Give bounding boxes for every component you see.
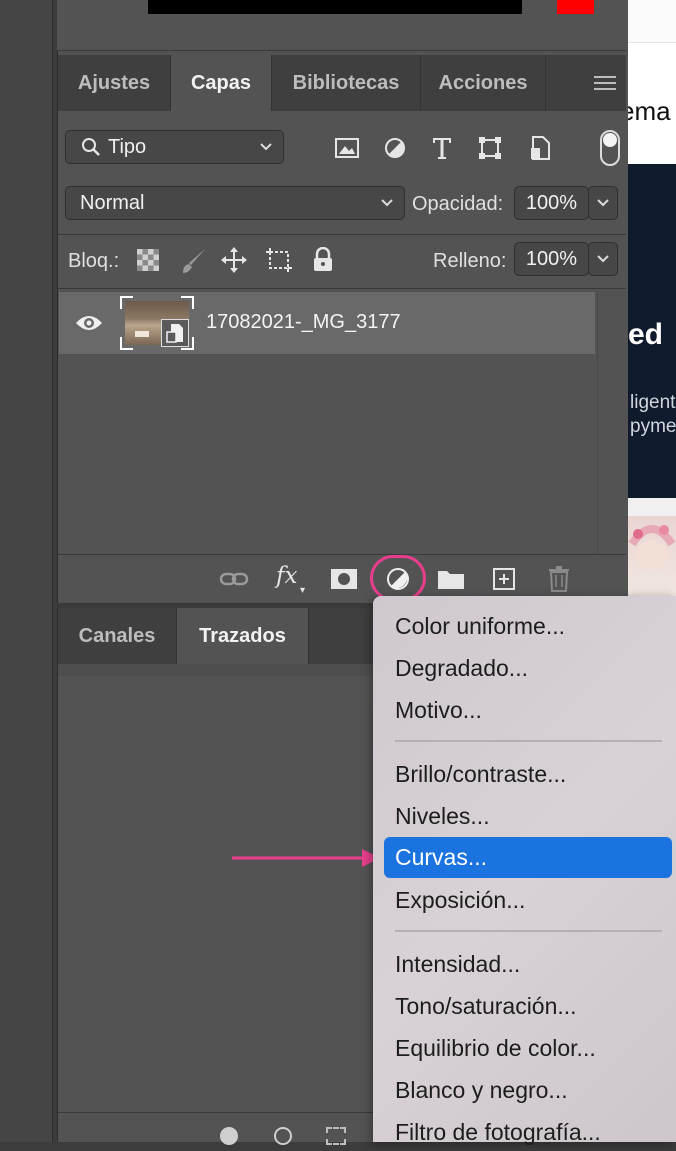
chevron-down-icon bbox=[380, 187, 394, 231]
web-gap bbox=[628, 498, 676, 516]
layer-row[interactable]: 17082021-_MG_3177 bbox=[59, 292, 595, 354]
scrollbar-track[interactable] bbox=[597, 292, 598, 554]
left-toolbar-strip bbox=[0, 0, 53, 1142]
lock-pixels-brush-icon[interactable] bbox=[178, 246, 208, 276]
link-layers-icon[interactable] bbox=[218, 567, 250, 591]
fill-path-icon[interactable] bbox=[220, 1127, 238, 1145]
lock-artboard-icon[interactable] bbox=[264, 246, 294, 274]
web-title-text: ema bbox=[628, 96, 671, 126]
menu-item-exposicion[interactable]: Exposición... bbox=[395, 881, 525, 919]
shape-filter-icon[interactable] bbox=[477, 135, 503, 161]
web-dark-banner: ed ligent pyme bbox=[628, 164, 676, 498]
new-group-folder-icon[interactable] bbox=[436, 567, 466, 591]
fx-label: fx bbox=[276, 563, 298, 589]
search-icon bbox=[80, 131, 102, 173]
menu-item-blanco-negro[interactable]: Blanco y negro... bbox=[395, 1071, 568, 1109]
lock-all-icon[interactable] bbox=[310, 246, 336, 274]
menu-item-intensidad[interactable]: Intensidad... bbox=[395, 945, 520, 983]
lock-position-move-icon[interactable] bbox=[220, 246, 248, 274]
web-banner-line1: ligent bbox=[630, 392, 676, 413]
opacity-stepper[interactable] bbox=[588, 186, 618, 220]
eye-visibility-icon[interactable] bbox=[75, 310, 103, 336]
web-title-area: ema bbox=[628, 82, 676, 142]
triangle-down-icon: ▾ bbox=[300, 585, 306, 596]
portrait-illustration bbox=[628, 525, 676, 606]
divider bbox=[58, 234, 626, 235]
web-banner-heading: ed bbox=[628, 318, 664, 351]
blend-mode-label: Normal bbox=[80, 192, 145, 214]
fill-field[interactable]: 100% bbox=[514, 242, 589, 276]
tab-bibliotecas[interactable]: Bibliotecas bbox=[272, 55, 421, 111]
toggle-knob bbox=[603, 133, 617, 147]
menu-item-degradado[interactable]: Degradado... bbox=[395, 649, 528, 687]
tab-capas[interactable]: Capas bbox=[171, 55, 272, 111]
trash-delete-icon[interactable] bbox=[546, 565, 572, 593]
menu-item-equilibrio-color[interactable]: Equilibrio de color... bbox=[395, 1029, 596, 1067]
opacity-label: Opacidad: bbox=[412, 193, 504, 215]
blend-mode-dropdown[interactable]: Normal bbox=[65, 186, 405, 220]
chevron-down-icon bbox=[259, 131, 273, 175]
layer-mask-icon[interactable] bbox=[330, 567, 358, 591]
smart-object-filter-icon[interactable] bbox=[527, 135, 553, 161]
tab-acciones[interactable]: Acciones bbox=[421, 55, 546, 111]
layer-filter-dropdown[interactable]: Tipo bbox=[65, 130, 284, 164]
menu-item-brillo-contraste[interactable]: Brillo/contraste... bbox=[395, 755, 566, 793]
divider bbox=[58, 288, 626, 289]
menu-item-color-uniforme[interactable]: Color uniforme... bbox=[395, 607, 565, 645]
web-header bbox=[628, 0, 676, 43]
color-swatch-black bbox=[148, 0, 522, 14]
chevron-down-icon bbox=[597, 255, 609, 263]
menu-item-tono-saturacion[interactable]: Tono/saturación... bbox=[395, 987, 577, 1025]
chevron-down-icon bbox=[597, 199, 609, 207]
layers-tab-bar: Ajustes Capas Bibliotecas Acciones bbox=[58, 55, 626, 111]
menu-separator bbox=[395, 930, 662, 932]
web-banner-line2: pyme bbox=[630, 416, 676, 437]
menu-item-curvas[interactable]: Curvas... bbox=[384, 837, 672, 878]
selection-path-icon[interactable] bbox=[326, 1127, 346, 1145]
tab-ajustes[interactable]: Ajustes bbox=[58, 55, 171, 111]
new-layer-icon[interactable] bbox=[490, 566, 518, 592]
fill-stepper[interactable] bbox=[588, 242, 618, 276]
web-photo-thumbnail bbox=[628, 516, 676, 606]
adjustment-filter-icon[interactable] bbox=[382, 136, 408, 160]
new-adjustment-layer-icon[interactable] bbox=[385, 567, 411, 591]
arrow-annotation-icon bbox=[232, 849, 380, 867]
tab-trazados[interactable]: Trazados bbox=[177, 608, 309, 664]
smart-object-badge-icon bbox=[161, 319, 189, 347]
lock-transparency-icon[interactable] bbox=[136, 248, 160, 272]
panel-menu-icon[interactable] bbox=[592, 71, 618, 95]
filter-type-label: Tipo bbox=[108, 136, 147, 158]
opacity-field[interactable]: 100% bbox=[514, 186, 589, 220]
tab-canales[interactable]: Canales bbox=[58, 608, 177, 664]
image-filter-icon[interactable] bbox=[334, 136, 360, 160]
lock-label: Bloq.: bbox=[68, 250, 120, 272]
layer-name[interactable]: 17082021-_MG_3177 bbox=[206, 311, 401, 334]
menu-item-filtro-fotografia[interactable]: Filtro de fotografía... bbox=[395, 1113, 601, 1151]
filter-toggle-switch[interactable] bbox=[600, 130, 620, 166]
layer-style-fx-icon[interactable]: fx ▾ bbox=[276, 563, 312, 597]
menu-item-motivo[interactable]: Motivo... bbox=[395, 691, 482, 729]
color-swatch-red[interactable] bbox=[557, 0, 594, 14]
type-filter-icon[interactable] bbox=[429, 134, 455, 162]
fill-label: Relleno: bbox=[433, 250, 507, 272]
adjustment-layer-menu: Color uniforme... Degradado... Motivo...… bbox=[373, 596, 676, 1145]
menu-separator bbox=[395, 740, 662, 742]
menu-item-niveles[interactable]: Niveles... bbox=[395, 797, 490, 835]
layer-thumbnail[interactable] bbox=[119, 295, 195, 351]
stroke-path-icon[interactable] bbox=[274, 1127, 292, 1145]
